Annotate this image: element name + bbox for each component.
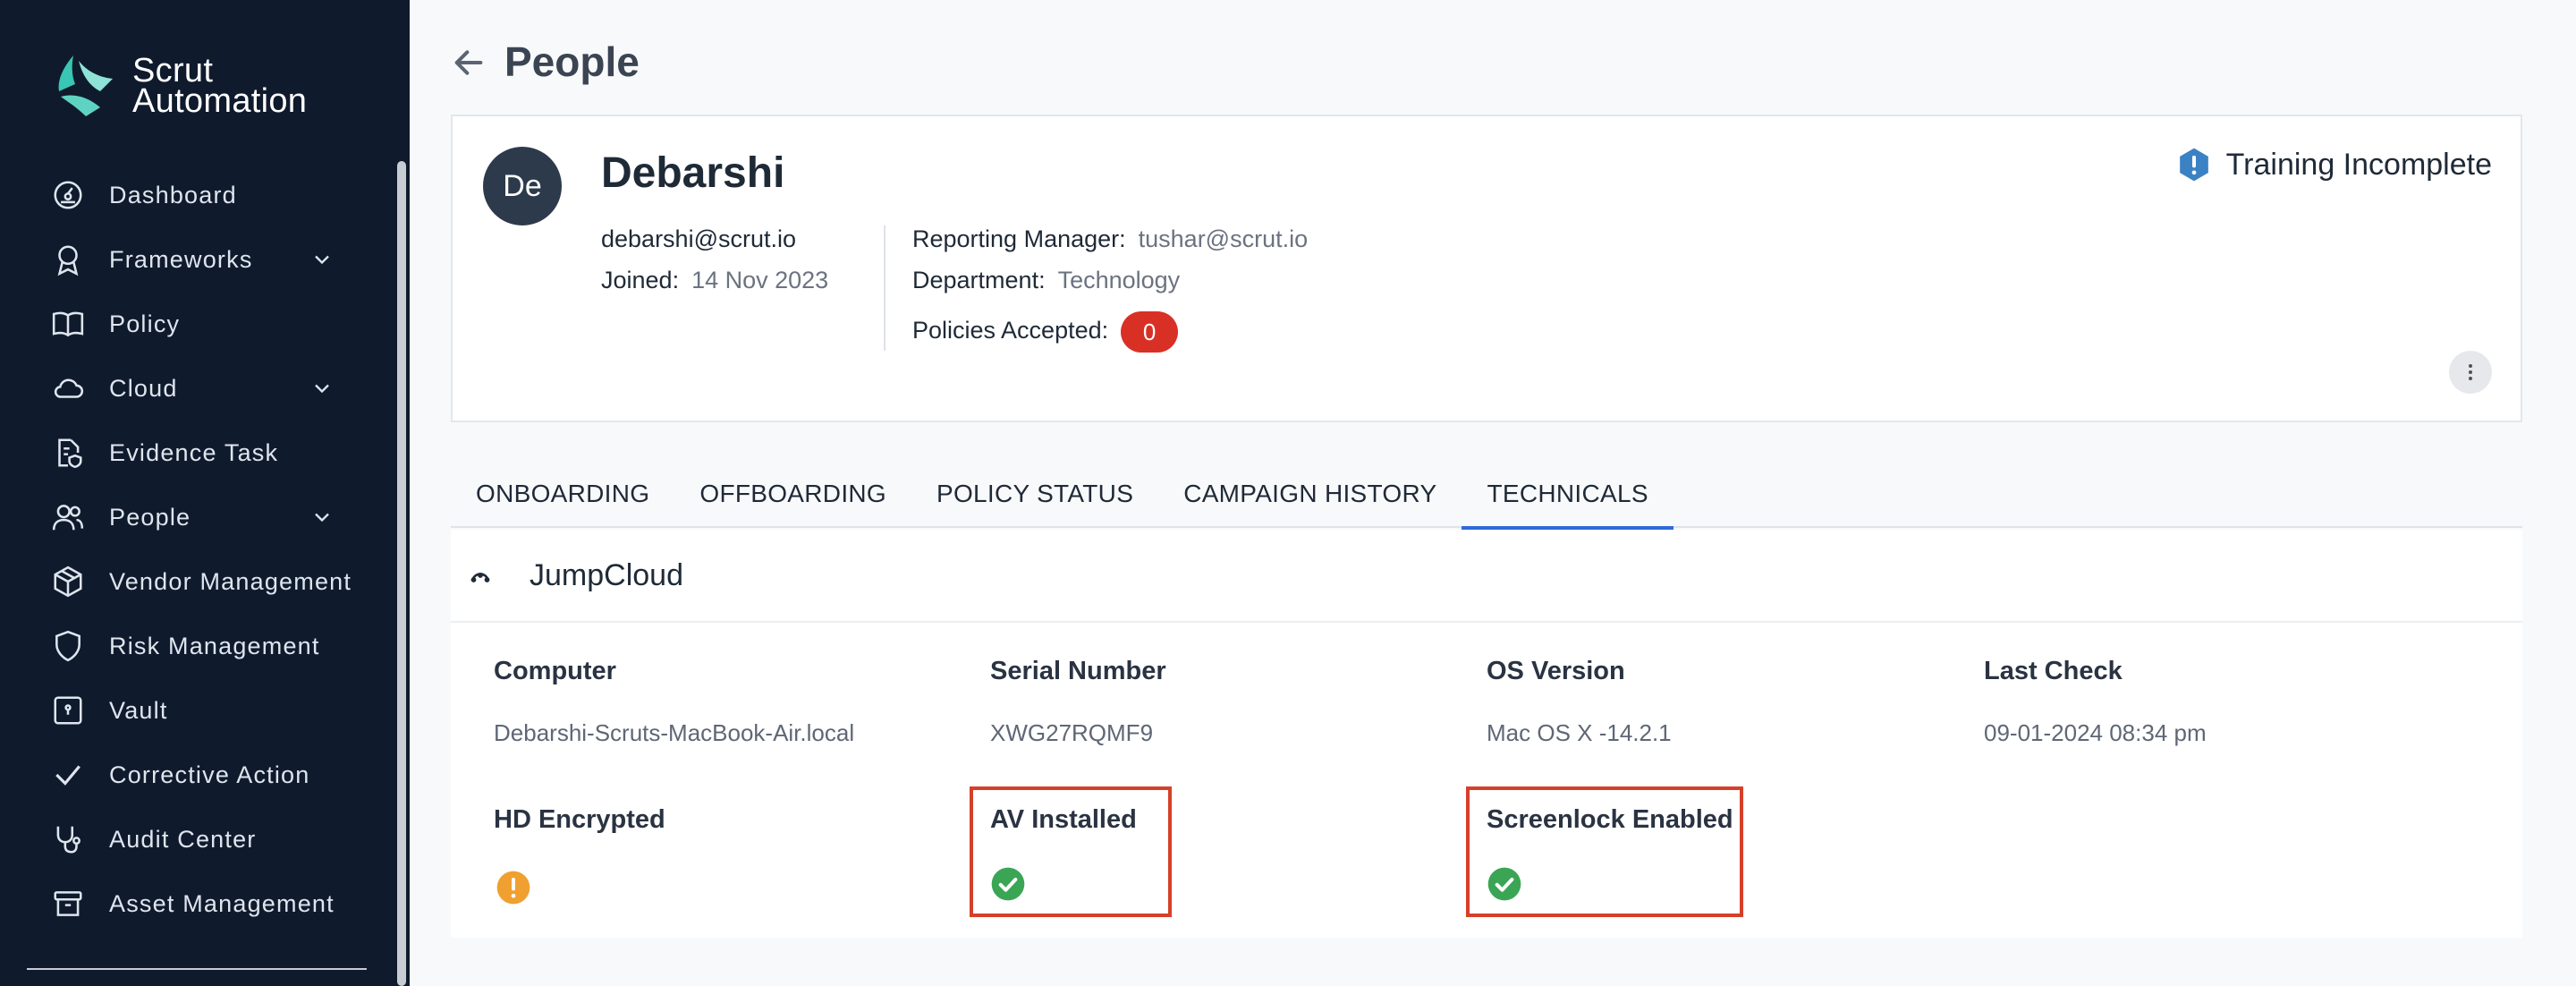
document-shield-icon bbox=[50, 435, 86, 471]
alert-icon bbox=[2179, 148, 2208, 182]
policies-accepted: Policies Accepted: 0 bbox=[912, 311, 1179, 353]
sidebar-divider bbox=[27, 968, 367, 970]
reporting-manager: Reporting Manager: tushar@scrut.io bbox=[912, 225, 1308, 253]
kebab-menu-icon bbox=[2469, 364, 2472, 380]
sidebar-item-risk-management[interactable]: Risk Management bbox=[50, 614, 372, 678]
brand-name: Scrut Automation bbox=[132, 52, 308, 120]
sidebar-item-label: Frameworks bbox=[109, 245, 253, 273]
department-value: Technology bbox=[1057, 267, 1181, 293]
joined-date: Joined: 14 Nov 2023 bbox=[601, 267, 828, 294]
training-status: Training Incomplete bbox=[2176, 147, 2492, 183]
award-icon bbox=[50, 242, 86, 277]
profile-card: De Debarshi debarshi@scrut.io Joined: 14 … bbox=[451, 115, 2522, 422]
chevron-down-icon[interactable] bbox=[309, 247, 335, 272]
sidebar-item-evidence-task[interactable]: Evidence Task bbox=[50, 421, 372, 485]
sidebar-item-cloud[interactable]: Cloud bbox=[50, 356, 372, 421]
sidebar-item-policy[interactable]: Policy bbox=[50, 292, 372, 356]
brand-line2: Automation bbox=[132, 82, 308, 120]
warning-icon bbox=[496, 871, 530, 905]
sidebar-item-dashboard[interactable]: Dashboard bbox=[50, 163, 372, 227]
sidebar-item-vendor-management[interactable]: Vendor Management bbox=[50, 549, 372, 614]
dashboard-icon bbox=[50, 177, 86, 213]
sidebar-item-frameworks[interactable]: Frameworks bbox=[50, 227, 372, 292]
joined-value: 14 Nov 2023 bbox=[691, 267, 829, 293]
more-options-button[interactable] bbox=[2449, 351, 2492, 394]
sidebar-item-label: Risk Management bbox=[109, 632, 320, 659]
sidebar-item-people[interactable]: People bbox=[50, 485, 372, 549]
av-installed-highlight bbox=[970, 786, 1172, 917]
sidebar-item-label: Asset Management bbox=[109, 889, 335, 917]
policies-accepted-badge: 0 bbox=[1121, 311, 1179, 353]
page-title: People bbox=[504, 38, 640, 85]
joined-label: Joined: bbox=[601, 267, 680, 293]
tab-onboarding[interactable]: ONBOARDING bbox=[451, 460, 674, 528]
tab-campaign-history[interactable]: CAMPAIGN HISTORY bbox=[1158, 460, 1462, 528]
sidebar-item-vault[interactable]: Vault bbox=[50, 678, 372, 743]
sidebar-item-label: Corrective Action bbox=[109, 761, 310, 788]
sidebar-item-label: People bbox=[109, 503, 191, 531]
info-divider bbox=[884, 225, 886, 351]
vault-icon bbox=[50, 693, 86, 728]
people-icon bbox=[50, 499, 86, 535]
sidebar-item-label: Cloud bbox=[109, 374, 178, 402]
sidebar-item-label: Audit Center bbox=[109, 825, 257, 853]
computer-label: Computer bbox=[494, 657, 616, 685]
archive-icon bbox=[50, 886, 86, 922]
sidebar-item-label: Evidence Task bbox=[109, 438, 279, 466]
screenlock-enabled-highlight bbox=[1466, 786, 1743, 917]
os-version-value: Mac OS X -14.2.1 bbox=[1487, 719, 1672, 746]
person-email: debarshi@scrut.io bbox=[601, 225, 797, 252]
jumpcloud-icon bbox=[470, 573, 490, 582]
tab-policy-status[interactable]: POLICY STATUS bbox=[911, 460, 1158, 528]
sidebar-nav: Dashboard Frameworks Policy Cloud Eviden… bbox=[50, 163, 372, 936]
person-name: Debarshi bbox=[601, 149, 785, 197]
sidebar-item-label: Policy bbox=[109, 310, 181, 337]
section-title: JumpCloud bbox=[530, 557, 683, 592]
sidebar-item-corrective-action[interactable]: Corrective Action bbox=[50, 743, 372, 807]
sidebar: Scrut Automation Dashboard Frameworks Po… bbox=[0, 0, 410, 986]
reporting-manager-label: Reporting Manager: bbox=[912, 225, 1126, 252]
avatar: De bbox=[483, 147, 562, 225]
computer-value: Debarshi-Scruts-MacBook-Air.local bbox=[494, 719, 855, 746]
policies-accepted-label: Policies Accepted: bbox=[912, 317, 1109, 344]
os-version-label: OS Version bbox=[1487, 657, 1625, 685]
box-icon bbox=[50, 564, 86, 599]
back-arrow-icon[interactable] bbox=[451, 45, 487, 81]
last-check-value: 09-01-2024 08:34 pm bbox=[1984, 719, 2207, 746]
sidebar-scrollbar[interactable] bbox=[397, 161, 406, 986]
sidebar-item-label: Vendor Management bbox=[109, 567, 352, 595]
sidebar-item-asset-management[interactable]: Asset Management bbox=[50, 871, 372, 936]
department-label: Department: bbox=[912, 267, 1046, 293]
brand-line1: Scrut bbox=[132, 52, 214, 89]
chevron-down-icon[interactable] bbox=[309, 376, 335, 401]
tab-offboarding[interactable]: OFFBOARDING bbox=[674, 460, 911, 528]
serial-number-value: XWG27RQMF9 bbox=[990, 719, 1154, 746]
jumpcloud-section: JumpCloud Computer Debarshi-Scruts-MacBo… bbox=[451, 530, 2522, 938]
scrut-logo-icon bbox=[58, 55, 113, 116]
shield-icon bbox=[50, 628, 86, 664]
hd-encrypted-label: HD Encrypted bbox=[494, 805, 665, 834]
last-check-label: Last Check bbox=[1984, 657, 2123, 685]
serial-number-label: Serial Number bbox=[990, 657, 1166, 685]
reporting-manager-value: tushar@scrut.io bbox=[1138, 225, 1309, 252]
stethoscope-icon bbox=[50, 821, 86, 857]
tab-technicals[interactable]: TECHNICALS bbox=[1462, 460, 1674, 530]
sidebar-item-label: Vault bbox=[109, 696, 168, 724]
sidebar-item-label: Dashboard bbox=[109, 181, 237, 208]
chevron-down-icon[interactable] bbox=[309, 505, 335, 530]
cloud-icon bbox=[50, 370, 86, 406]
main-content: People De Debarshi debarshi@scrut.io Joi… bbox=[410, 0, 2576, 986]
brand-logo[interactable]: Scrut Automation bbox=[50, 52, 307, 120]
book-icon bbox=[50, 306, 86, 342]
tab-bar: ONBOARDING OFFBOARDING POLICY STATUS CAM… bbox=[451, 460, 2522, 530]
jumpcloud-section-header[interactable]: JumpCloud bbox=[451, 530, 2522, 623]
department: Department: Technology bbox=[912, 267, 1180, 294]
check-icon bbox=[50, 757, 86, 793]
sidebar-item-audit-center[interactable]: Audit Center bbox=[50, 807, 372, 871]
training-status-label: Training Incomplete bbox=[2225, 147, 2492, 182]
